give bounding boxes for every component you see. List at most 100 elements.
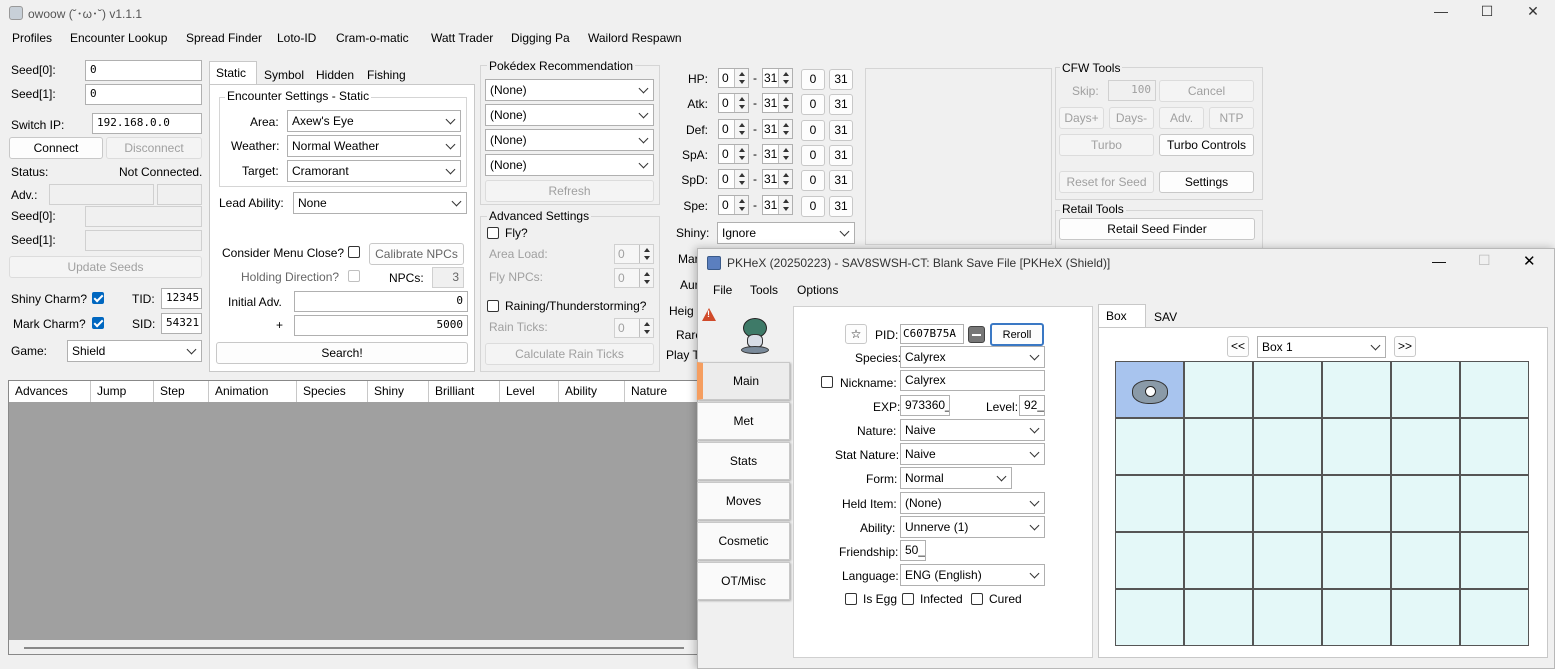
next-box-button[interactable]: >> [1394, 336, 1416, 357]
turbo-controls-button[interactable]: Turbo Controls [1159, 134, 1254, 156]
col-species[interactable]: Species [297, 381, 368, 402]
nickname-checkbox[interactable] [821, 376, 833, 388]
sid-input[interactable]: 54321 [161, 313, 202, 334]
box-slot[interactable] [1115, 418, 1184, 475]
stat-nature-select[interactable]: Naive [900, 443, 1045, 465]
menu-cram-o-matic[interactable]: Cram-o-matic [336, 31, 409, 45]
fly-npcs-spinner[interactable]: 0 [614, 268, 654, 288]
switch-ip-input[interactable]: 192.168.0.0 [92, 113, 202, 134]
retail-seed-finder-button[interactable]: Retail Seed Finder [1059, 218, 1255, 240]
nickname-input[interactable]: Calyrex [900, 370, 1045, 391]
tab-main[interactable]: Main [697, 362, 790, 400]
box-slot[interactable] [1322, 532, 1391, 589]
update-seeds-button[interactable]: Update Seeds [9, 256, 202, 278]
box-slot[interactable] [1184, 532, 1253, 589]
max-adv-input[interactable]: 5000 [294, 315, 468, 336]
skip-input[interactable]: 100 [1108, 80, 1156, 101]
menu-loto-id[interactable]: Loto-ID [277, 31, 316, 45]
col-step[interactable]: Step [154, 381, 209, 402]
target-select[interactable]: Cramorant [287, 160, 461, 182]
iv-min-spinner[interactable]: 0 [718, 118, 749, 139]
fly-checkbox[interactable] [487, 227, 499, 239]
iv-set-min-button[interactable]: 0 [801, 94, 825, 116]
iv-set-min-button[interactable]: 0 [801, 170, 825, 192]
tab-box[interactable]: Box [1098, 304, 1146, 328]
tab-moves[interactable]: Moves [697, 482, 790, 520]
box-slot[interactable] [1253, 361, 1322, 418]
iv-set-max-button[interactable]: 31 [829, 144, 853, 166]
npcs-input[interactable]: 3 [432, 267, 464, 288]
connect-button[interactable]: Connect [9, 137, 103, 159]
holding-direction-checkbox[interactable] [348, 270, 360, 282]
iv-max-spinner[interactable]: 31 [762, 169, 793, 190]
cured-checkbox[interactable] [971, 593, 983, 605]
prev-box-button[interactable]: << [1227, 336, 1249, 357]
rain-ticks-spinner[interactable]: 0 [614, 318, 654, 338]
box-slot[interactable] [1115, 532, 1184, 589]
scrollbar-thumb[interactable] [24, 647, 684, 649]
species-select[interactable]: Calyrex [900, 346, 1045, 368]
close-icon[interactable]: ✕ [1510, 0, 1555, 24]
box-slot[interactable] [1460, 475, 1529, 532]
form-select[interactable]: Normal [900, 467, 1012, 489]
reset-for-seed-button[interactable]: Reset for Seed [1059, 171, 1154, 193]
iv-max-spinner[interactable]: 31 [762, 118, 793, 139]
cancel-button[interactable]: Cancel [1159, 80, 1254, 102]
seed1-input[interactable]: 0 [85, 84, 202, 105]
pkhex-menu-file[interactable]: File [713, 283, 732, 297]
days-plus-button[interactable]: Days+ [1059, 107, 1104, 129]
menu-wailord-respawn[interactable]: Wailord Respawn [588, 31, 682, 45]
tab-stats[interactable]: Stats [697, 442, 790, 480]
iv-min-spinner[interactable]: 0 [718, 169, 749, 190]
iv-max-spinner[interactable]: 31 [762, 68, 793, 88]
ntp-button[interactable]: NTP [1209, 107, 1254, 129]
iv-max-spinner[interactable]: 31 [762, 143, 793, 164]
box-slot[interactable] [1391, 418, 1460, 475]
pid-input[interactable]: C607B75A [900, 324, 964, 344]
iv-min-spinner[interactable]: 0 [718, 143, 749, 164]
is-egg-checkbox[interactable] [845, 593, 857, 605]
menu-encounter-lookup[interactable]: Encounter Lookup [70, 31, 167, 45]
results-table[interactable] [8, 380, 708, 655]
pkhex-menu-tools[interactable]: Tools [750, 283, 778, 297]
maximize-icon[interactable]: ☐ [1464, 0, 1510, 24]
iv-set-min-button[interactable]: 0 [801, 195, 825, 217]
exp-input[interactable]: 973360_ [900, 395, 950, 416]
iv-set-min-button[interactable]: 0 [801, 119, 825, 141]
pkhex-close-icon[interactable]: ✕ [1523, 252, 1536, 270]
box-slot[interactable] [1253, 418, 1322, 475]
box-slot[interactable] [1322, 589, 1391, 646]
menu-close-checkbox[interactable] [348, 246, 360, 258]
pokedex-select-2[interactable]: (None) [485, 104, 654, 126]
box-select[interactable]: Box 1 [1257, 336, 1386, 358]
col-animation[interactable]: Animation [209, 381, 297, 402]
minimize-icon[interactable]: — [1418, 0, 1464, 24]
tab-met[interactable]: Met [697, 402, 790, 440]
menu-spread-finder[interactable]: Spread Finder [186, 31, 262, 45]
iv-set-max-button[interactable]: 31 [829, 94, 853, 116]
held-item-select[interactable]: (None) [900, 492, 1045, 514]
raining-checkbox[interactable] [487, 300, 499, 312]
box-slot[interactable] [1460, 532, 1529, 589]
calculate-rain-ticks-button[interactable]: Calculate Rain Ticks [485, 343, 654, 365]
box-slot[interactable] [1322, 361, 1391, 418]
ability-select[interactable]: Unnerve (1) [900, 516, 1045, 538]
iv-min-spinner[interactable]: 0 [718, 68, 749, 88]
box-slot[interactable] [1253, 475, 1322, 532]
menu-digging-pa[interactable]: Digging Pa [511, 31, 570, 45]
iv-max-spinner[interactable]: 31 [762, 194, 793, 215]
box-slot[interactable] [1460, 418, 1529, 475]
tab-hidden[interactable]: Hidden [316, 68, 354, 82]
iv-min-spinner[interactable]: 0 [718, 194, 749, 215]
box-slot[interactable] [1115, 361, 1184, 418]
col-level[interactable]: Level [500, 381, 559, 402]
turbo-button[interactable]: Turbo [1059, 134, 1154, 156]
pokedex-select-4[interactable]: (None) [485, 154, 654, 176]
pkhex-menu-options[interactable]: Options [797, 283, 838, 297]
lead-ability-select[interactable]: None [293, 192, 467, 214]
box-slot[interactable] [1184, 589, 1253, 646]
box-slot[interactable] [1460, 361, 1529, 418]
tab-symbol[interactable]: Symbol [264, 68, 304, 82]
box-slot[interactable] [1115, 589, 1184, 646]
shiny-toggle-icon[interactable] [968, 326, 985, 343]
